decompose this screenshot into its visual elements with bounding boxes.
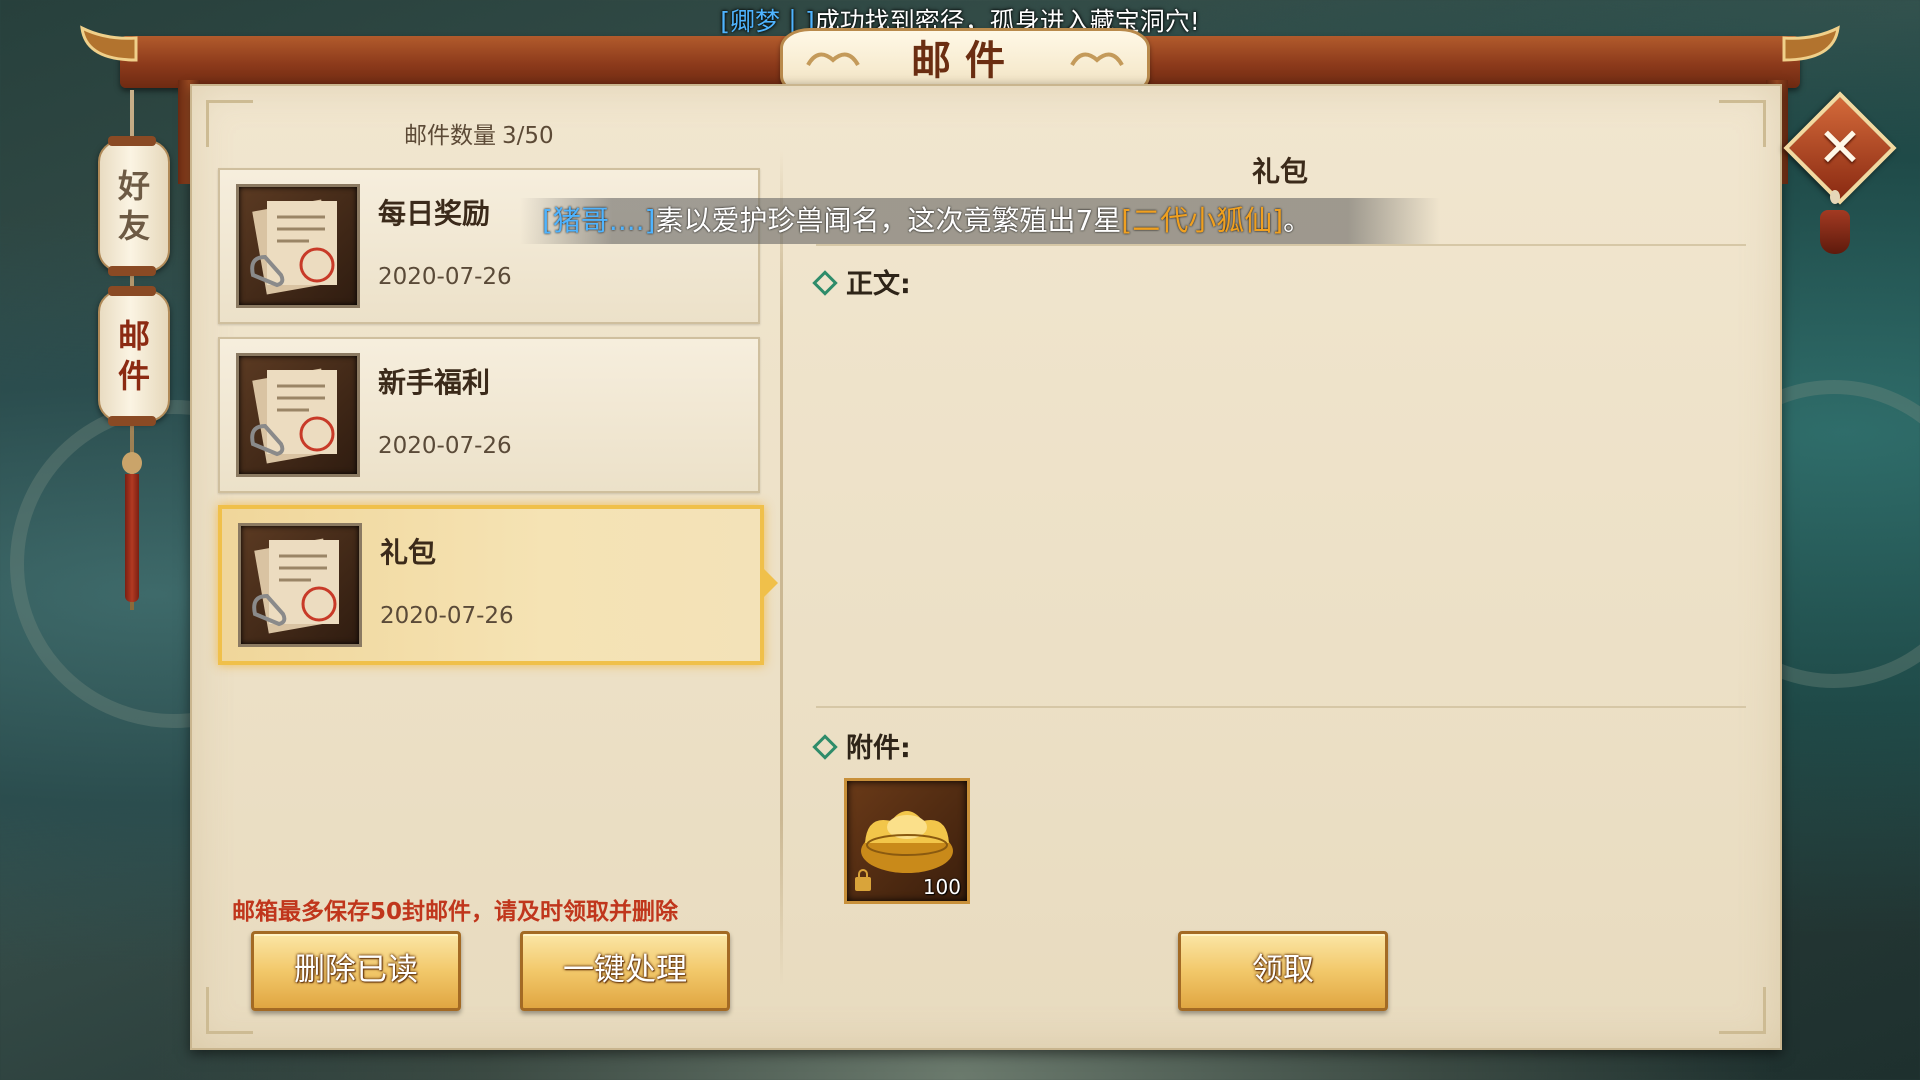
- tab-mail[interactable]: 邮 件: [98, 286, 170, 426]
- detail-divider: [816, 706, 1746, 708]
- tassel-decoration: [122, 452, 142, 604]
- mail-attachment-icon: [236, 184, 360, 308]
- beam-ornament-left: [76, 20, 146, 70]
- attachment-slot[interactable]: 100: [844, 778, 970, 904]
- mail-item-gift-pack[interactable]: 礼包 2020-07-26: [218, 505, 778, 665]
- mail-attachment-icon: [238, 523, 362, 647]
- diamond-bullet-icon: [812, 733, 838, 760]
- attachment-quantity: 100: [922, 875, 961, 899]
- mail-title: 每日奖励: [378, 197, 491, 230]
- tab-friends-char: 友: [117, 207, 150, 245]
- column-divider: [780, 150, 783, 986]
- mail-detail-title: 礼包: [1251, 155, 1308, 188]
- announcement-player-name[interactable]: [猪哥....]: [542, 204, 655, 237]
- mail-date: 2020-07-26: [378, 433, 512, 459]
- announcement-text: 素以爱护珍兽闻名，这次竟繁殖出7星: [655, 204, 1122, 237]
- lantern-decoration: [1818, 190, 1852, 270]
- mail-date: 2020-07-26: [380, 603, 514, 629]
- tab-friends-char: 好: [117, 167, 150, 205]
- attachment-section-label: 附件:: [812, 726, 911, 765]
- mail-attachment-icon: [236, 353, 360, 477]
- mail-title: 新手福利: [378, 366, 491, 399]
- mail-count: 邮件数量 3/50: [404, 116, 554, 150]
- window-title: 邮件: [911, 37, 1019, 84]
- tab-friends[interactable]: 好 友: [98, 136, 170, 276]
- diamond-bullet-icon: [812, 269, 838, 296]
- announcement-end: 。: [1283, 204, 1312, 237]
- mail-count-value: 3/50: [502, 123, 554, 149]
- mail-date: 2020-07-26: [378, 264, 512, 290]
- mail-item-daily-reward[interactable]: 每日奖励 2020-07-26: [218, 168, 760, 324]
- claim-button[interactable]: 领取: [1178, 931, 1388, 1011]
- body-section-label: 正文:: [812, 262, 911, 301]
- selection-pointer: [764, 569, 778, 597]
- lock-icon: [855, 869, 871, 891]
- mail-item-newbie-benefit[interactable]: 新手福利 2020-07-26: [218, 337, 760, 493]
- attachment-label: 附件:: [846, 733, 911, 764]
- close-button[interactable]: ✕: [1800, 108, 1880, 188]
- announcement-item-name[interactable]: [二代小狐仙]: [1121, 204, 1283, 237]
- tab-mail-char: 邮: [117, 317, 150, 355]
- body-label: 正文:: [846, 269, 911, 300]
- batch-process-button[interactable]: 一键处理: [520, 931, 730, 1011]
- tab-mail-char: 件: [117, 357, 150, 395]
- mail-count-label: 邮件数量: [404, 123, 496, 149]
- detail-divider: [816, 244, 1746, 246]
- mail-title: 礼包: [380, 536, 437, 569]
- mailbox-warning: 邮箱最多保存50封邮件，请及时领取并删除: [232, 899, 679, 925]
- scrolling-announcement: [猪哥....]素以爱护珍兽闻名，这次竟繁殖出7星[二代小狐仙]。: [520, 198, 1440, 244]
- beam-ornament-right: [1774, 20, 1844, 70]
- delete-read-button[interactable]: 删除已读: [251, 931, 461, 1011]
